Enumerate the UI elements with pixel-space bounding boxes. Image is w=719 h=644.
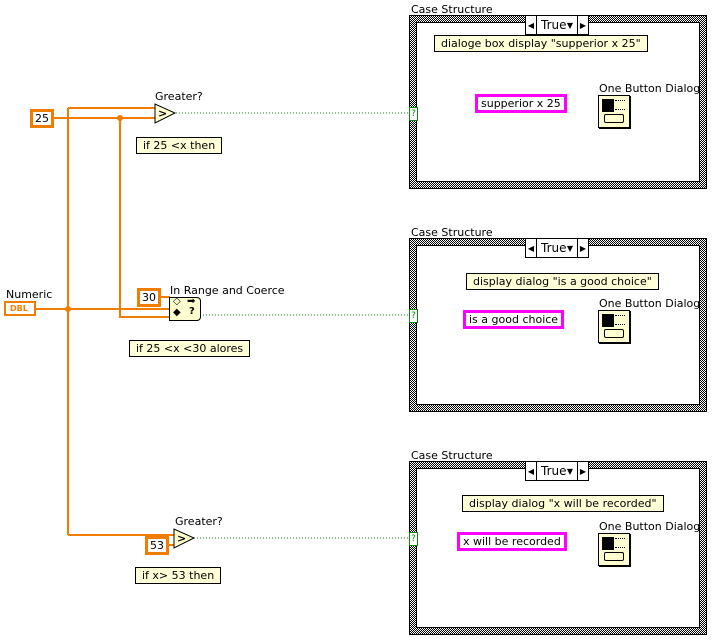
one-button-dialog-icon[interactable]: [598, 310, 630, 343]
selector-value: True: [541, 241, 567, 255]
case-selector[interactable]: ◀ True ▼ ▶: [525, 238, 589, 258]
greater2-symbol: >: [177, 532, 186, 545]
diamond-icon: ◇: [173, 296, 181, 307]
string-constant[interactable]: is a good choice: [463, 310, 565, 329]
question-icon: ?: [189, 306, 195, 317]
string-constant[interactable]: x will be recorded: [457, 532, 567, 551]
selector-value: True: [541, 464, 567, 478]
greater2-comment: if x> 53 then: [135, 567, 222, 584]
greater2-label: Greater?: [175, 515, 223, 528]
decrement-arrow-icon[interactable]: ◀: [526, 239, 536, 257]
dropdown-icon[interactable]: ▼: [567, 21, 573, 30]
dropdown-icon[interactable]: ▼: [567, 244, 573, 253]
decrement-arrow-icon[interactable]: ◀: [526, 16, 536, 34]
case-selector-terminal: ?: [409, 107, 418, 121]
one-button-dialog-icon[interactable]: [598, 533, 630, 566]
increment-arrow-icon[interactable]: ▶: [578, 239, 588, 257]
dropdown-icon[interactable]: ▼: [567, 467, 573, 476]
greater1-symbol: >: [158, 107, 167, 120]
block-diagram: > > Numeric DBL 25 30 53 Greater? if 25 …: [0, 0, 719, 644]
case-comment: dialoge box display "supperior x 25": [434, 35, 648, 52]
case-comment: display dialog "x will be recorded": [462, 495, 664, 512]
wire-junction: [65, 306, 71, 312]
increment-arrow-icon[interactable]: ▶: [578, 16, 588, 34]
case-selector-terminal: ?: [409, 532, 418, 546]
greater1-label: Greater?: [155, 90, 203, 103]
in-range-and-coerce-node[interactable]: ◇ ➡ ◆ ?: [169, 296, 201, 321]
constant-30[interactable]: 30: [137, 288, 161, 307]
inrange-comment: if 25 <x <30 alores: [129, 340, 251, 357]
case-selector-terminal: ?: [409, 309, 418, 323]
constant-25[interactable]: 25: [30, 109, 54, 128]
constant-53[interactable]: 53: [145, 536, 169, 555]
case-selector[interactable]: ◀ True ▼ ▶: [525, 461, 589, 481]
decrement-arrow-icon[interactable]: ◀: [526, 462, 536, 480]
greater1-comment: if 25 <x then: [136, 137, 223, 154]
numeric-type: DBL: [10, 304, 28, 313]
one-button-dialog-icon[interactable]: [598, 95, 630, 128]
case-selector[interactable]: ◀ True ▼ ▶: [525, 15, 589, 35]
string-constant[interactable]: supperior x 25: [475, 94, 567, 113]
increment-arrow-icon[interactable]: ▶: [578, 462, 588, 480]
filled-diamond-icon: ◆: [173, 307, 181, 318]
numeric-label: Numeric: [6, 288, 53, 301]
numeric-control-terminal[interactable]: DBL: [4, 301, 36, 316]
selector-value: True: [541, 18, 567, 32]
dialog-label: One Button Dialog: [599, 520, 701, 533]
dialog-label: One Button Dialog: [599, 297, 701, 310]
case-comment: display dialog "is a good choice": [466, 273, 659, 290]
dialog-label: One Button Dialog: [599, 82, 701, 95]
wire-junction: [117, 115, 123, 121]
